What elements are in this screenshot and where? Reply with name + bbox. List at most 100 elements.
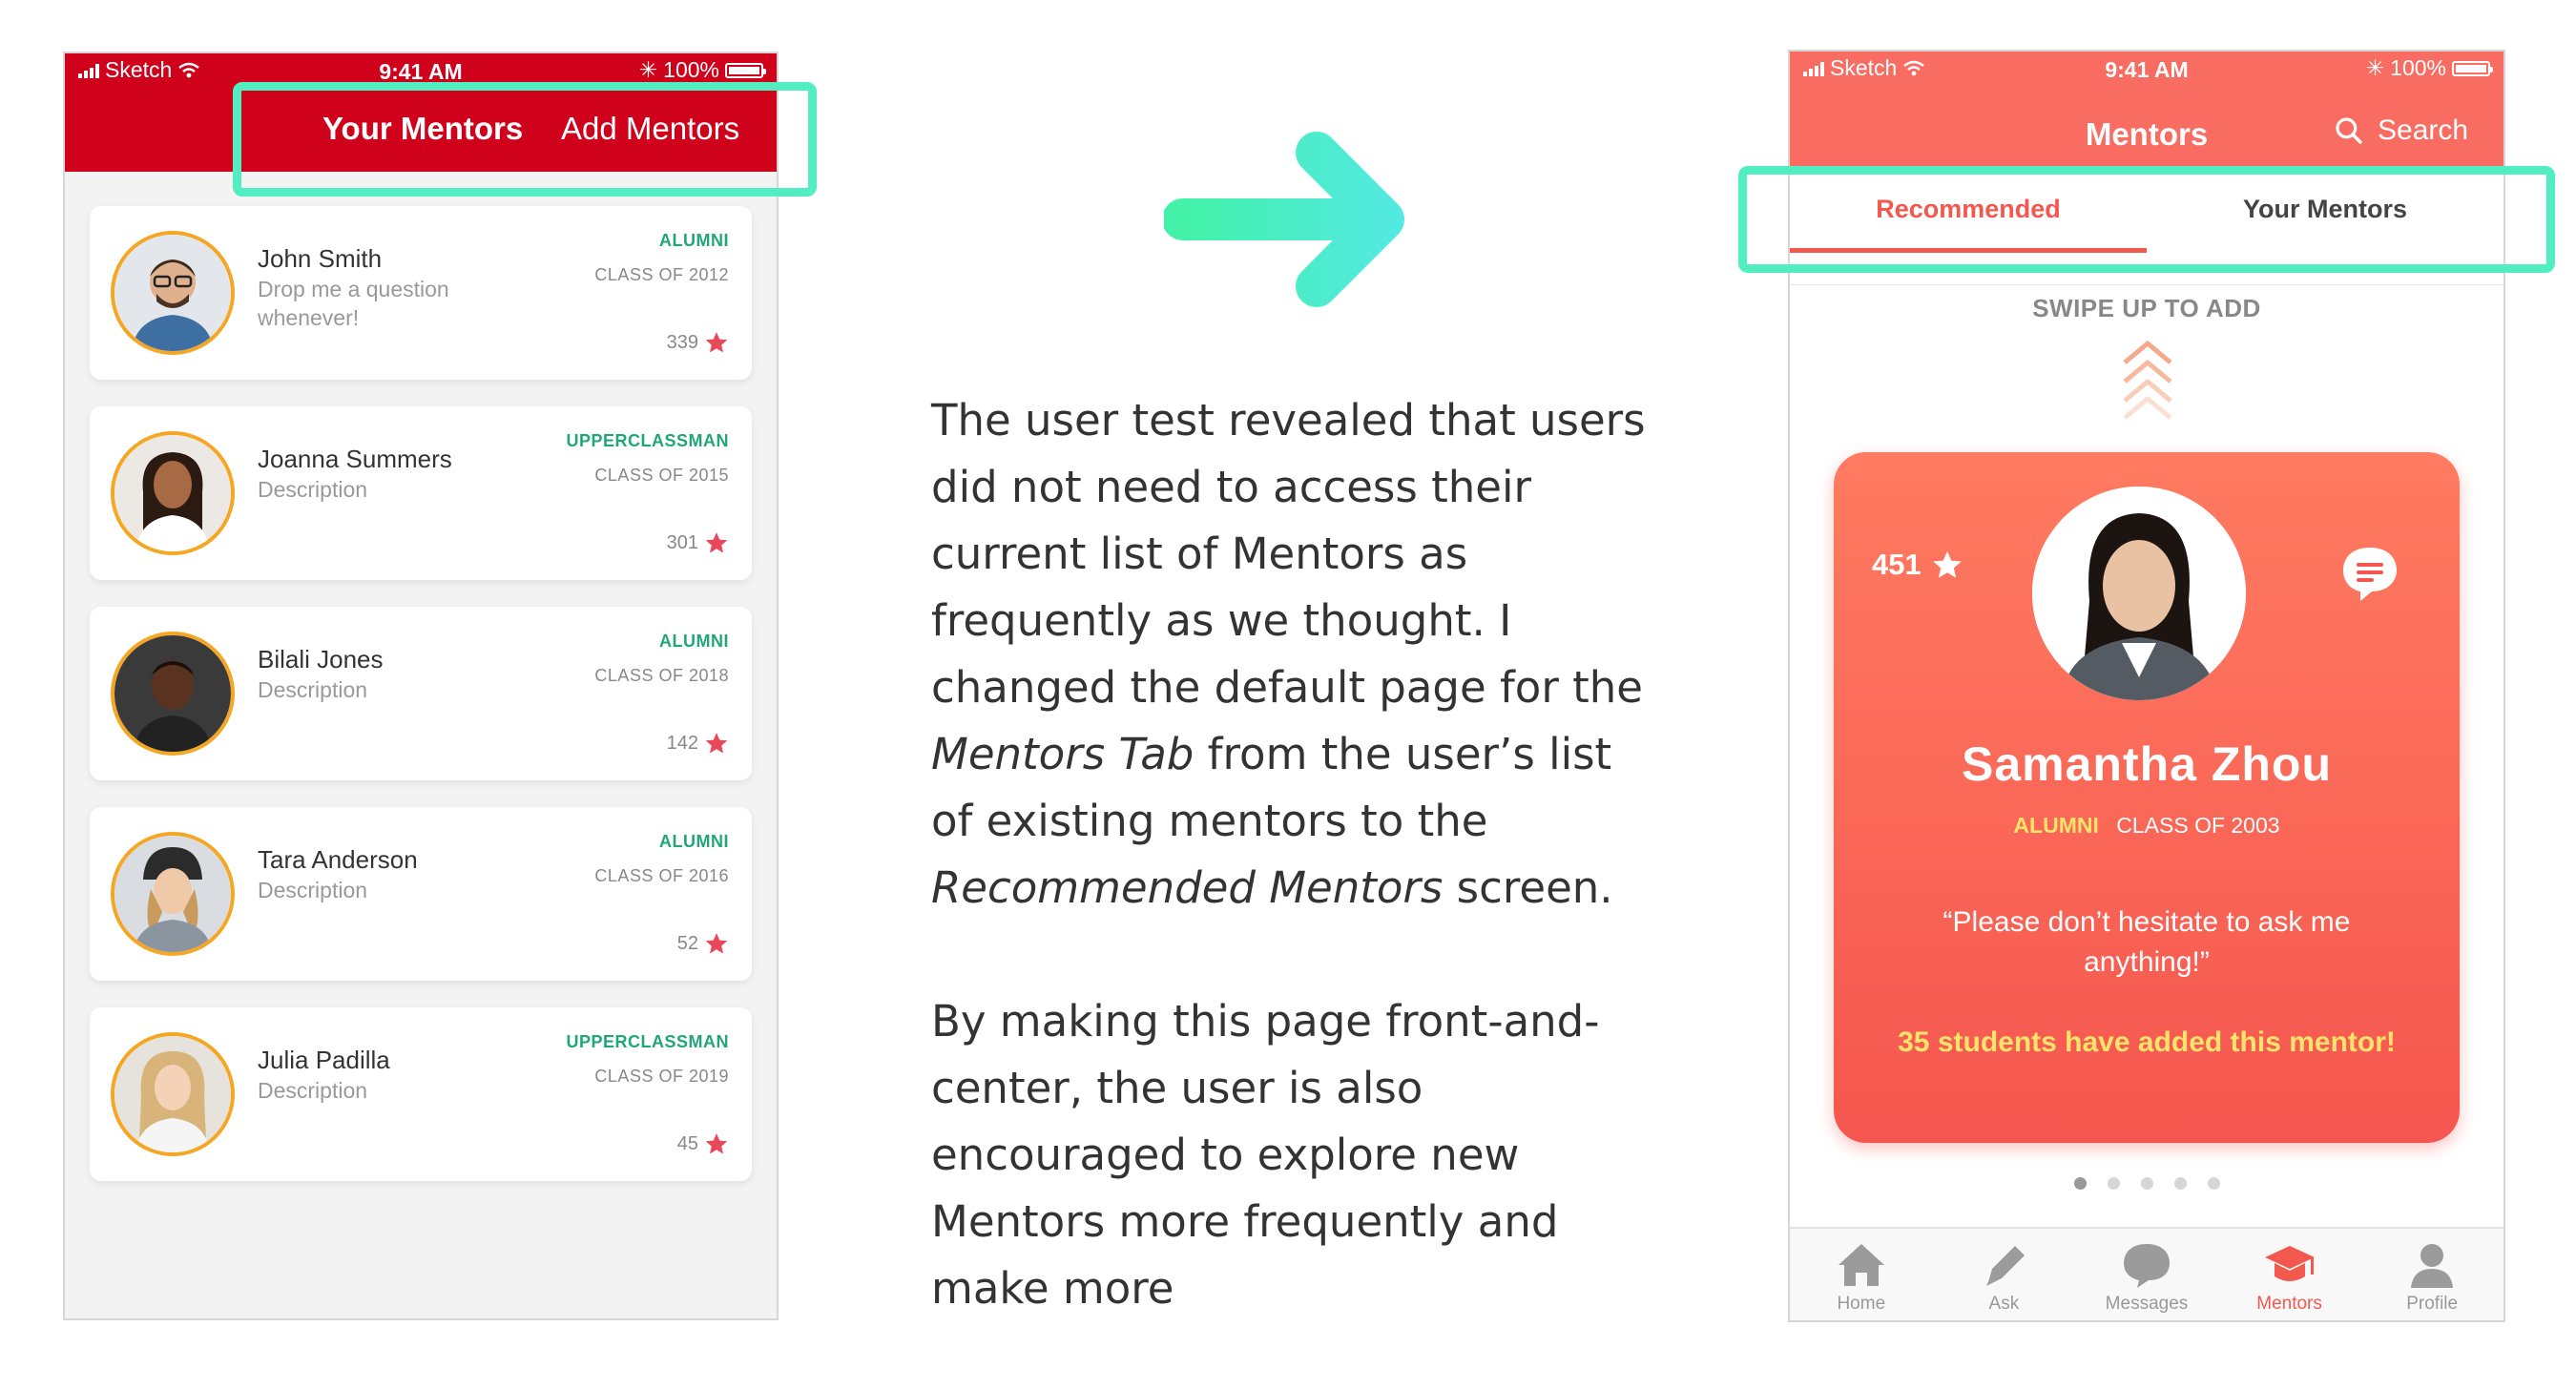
mentor-name: Joanna Summers	[258, 445, 452, 473]
status-bar: Sketch 9:41 AM ✳ 100%	[1790, 52, 2503, 86]
profile-icon	[2411, 1244, 2454, 1288]
swipe-hint: SWIPE UP TO ADD	[2032, 294, 2261, 322]
mentor-name: Bilali Jones	[258, 645, 384, 674]
left-phone-screen: Sketch 9:41 AM ✳ 100% Your Mentors Add M…	[63, 52, 779, 1320]
swipe-up-chevrons-icon	[2123, 341, 2172, 420]
explain-emphasis-mentors-tab: Mentors Tab	[931, 729, 1195, 779]
right-arrow-icon	[1164, 132, 1404, 307]
mentor-tag: UPPERCLASSMAN	[566, 1032, 729, 1051]
battery-icon	[2452, 60, 2493, 76]
avatar	[111, 632, 235, 756]
tab-mentors[interactable]: Mentors	[2218, 1229, 2361, 1320]
tab-profile[interactable]: Profile	[2360, 1229, 2503, 1320]
battery-icon	[725, 62, 766, 78]
star-icon	[705, 1133, 728, 1154]
mentor-rating: 142	[667, 731, 729, 756]
bluetooth-icon: ✳	[638, 57, 658, 82]
explain-text-1: The user test revealed that users did no…	[931, 395, 1646, 713]
mentor-name: John Smith	[258, 244, 383, 273]
rating-value: 339	[666, 331, 698, 353]
tab-label: Mentors	[2256, 1294, 2322, 1314]
mentor-card[interactable]: Joanna Summers Description UPPERCLASSMAN…	[90, 406, 752, 580]
rating-value: 142	[666, 732, 698, 754]
page-dot[interactable]	[2073, 1177, 2087, 1190]
mentor-class: CLASS OF 2016	[594, 866, 729, 885]
mentor-meta: ALUMNI CLASS OF 2003	[1834, 813, 2460, 839]
search-icon	[2336, 117, 2362, 144]
mentor-tag: ALUMNI	[659, 832, 729, 851]
battery-status: ✳ 100%	[2365, 55, 2493, 81]
mentor-recommendation-card[interactable]: 451 Samantha Zhou ALUMNI CLASS OF 2003 “…	[1834, 452, 2460, 1143]
right-nav-header: Sketch 9:41 AM ✳ 100% Mentors Search	[1790, 52, 2503, 170]
search-button[interactable]: Search	[2334, 114, 2468, 147]
highlight-box-left-tabs	[233, 82, 817, 197]
home-icon	[1838, 1244, 1884, 1286]
star-icon	[1933, 550, 1962, 578]
explanation-paragraph-1: The user test revealed that users did no…	[931, 387, 1656, 922]
avatar	[111, 431, 235, 555]
bottom-tab-bar: Home Ask Messages Mentors Profile	[1790, 1227, 2503, 1320]
star-icon	[705, 733, 728, 754]
star-icon	[705, 532, 728, 553]
bluetooth-icon: ✳	[2365, 55, 2385, 80]
mentor-card[interactable]: Tara Anderson Description ALUMNI CLASS O…	[90, 807, 752, 981]
battery-percent: 100%	[2390, 55, 2446, 80]
mentor-description: Description	[258, 1078, 368, 1103]
mentor-description: Description	[258, 477, 368, 502]
avatar	[111, 1032, 235, 1156]
page-dot[interactable]	[2107, 1177, 2120, 1190]
rating-value: 45	[676, 1132, 698, 1154]
page-dot[interactable]	[2207, 1177, 2220, 1190]
mentor-name: Samantha Zhou	[1961, 737, 2333, 791]
tab-label: Home	[1837, 1294, 1886, 1314]
mentor-quote: “Please don’t hesitate to ask me anythin…	[1942, 906, 2351, 978]
page-indicator	[1790, 1177, 2503, 1190]
tab-home[interactable]: Home	[1790, 1229, 1933, 1320]
explanation-text: The user test revealed that users did no…	[931, 387, 1656, 1389]
battery-percent: 100%	[663, 57, 719, 82]
mentor-card[interactable]: Julia Padilla Description UPPERCLASSMAN …	[90, 1007, 752, 1181]
page-dot[interactable]	[2173, 1177, 2187, 1190]
mentor-tag: ALUMNI	[659, 632, 729, 651]
avatar	[111, 231, 235, 355]
chat-bubble-icon[interactable]	[2339, 544, 2400, 605]
message-bubble-icon	[2123, 1244, 2170, 1288]
highlight-box-right-tabs	[1738, 166, 2555, 273]
mentor-tag: UPPERCLASSMAN	[566, 431, 729, 450]
pencil-icon	[1986, 1246, 2025, 1286]
rating-value: 52	[676, 932, 698, 954]
battery-status: ✳ 100%	[638, 57, 766, 83]
mentor-description: Description	[258, 878, 368, 902]
mentor-card[interactable]: Bilali Jones Description ALUMNI CLASS OF…	[90, 607, 752, 780]
mentor-name: Julia Padilla	[258, 1046, 390, 1074]
mentor-rating: 52	[677, 931, 729, 956]
mentor-tag: ALUMNI	[659, 231, 729, 250]
tab-messages[interactable]: Messages	[2075, 1229, 2218, 1320]
search-label: Search	[2378, 114, 2469, 146]
mentor-description: Drop me a question whenever!	[258, 277, 449, 330]
mentor-rating: 301	[667, 530, 729, 555]
tab-ask[interactable]: Ask	[1933, 1229, 2076, 1320]
rating-value: 301	[666, 531, 698, 553]
mentor-rating: 45	[677, 1131, 729, 1156]
mentor-class: CLASS OF 2012	[594, 265, 729, 284]
tab-label: Messages	[2105, 1294, 2189, 1314]
added-count: 35 students have added this mentor!	[1898, 1026, 2396, 1058]
page-dot[interactable]	[2140, 1177, 2153, 1190]
star-icon	[705, 933, 728, 954]
mentor-rating: 339	[667, 330, 729, 355]
mentor-name: Tara Anderson	[258, 845, 418, 874]
mentor-class: CLASS OF 2015	[594, 466, 729, 485]
mentor-card[interactable]: John Smith Drop me a question whenever! …	[90, 206, 752, 380]
explain-emphasis-recommended: Recommended Mentors	[931, 862, 1444, 913]
rating-value: 451	[1872, 548, 1922, 581]
avatar	[2032, 487, 2246, 700]
mentor-class: CLASS OF 2018	[594, 666, 729, 685]
tab-label: Profile	[2406, 1294, 2459, 1314]
tab-label: Ask	[1988, 1294, 2020, 1314]
mentor-class: CLASS OF 2019	[594, 1067, 729, 1086]
card-rating: 451	[1872, 548, 1963, 582]
avatar	[111, 832, 235, 956]
star-icon	[705, 332, 728, 353]
explanation-paragraph-2: By making this page front-and-center, th…	[931, 996, 1600, 1314]
